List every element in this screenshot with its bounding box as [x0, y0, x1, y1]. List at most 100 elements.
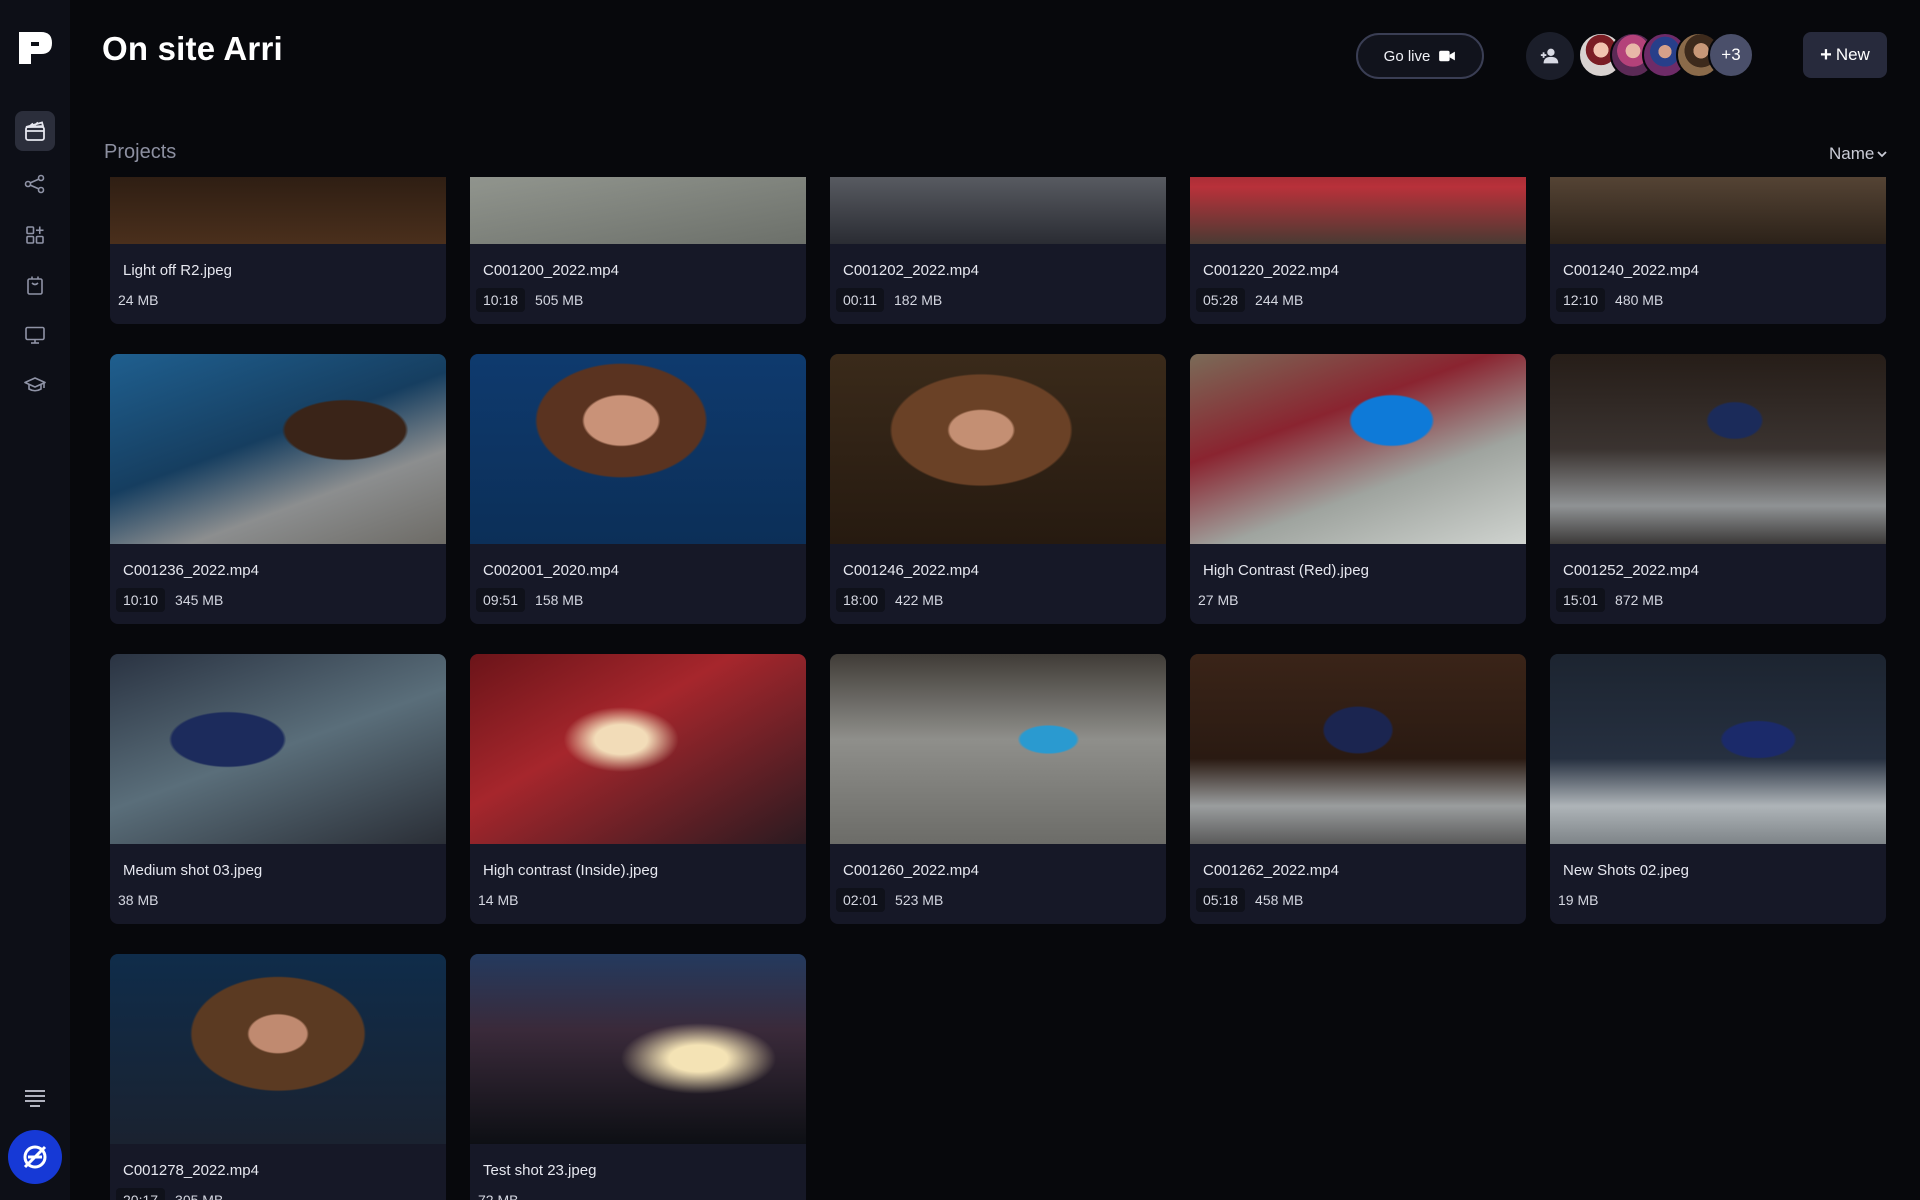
media-filename: C001200_2022.mp4 — [483, 262, 619, 279]
media-card[interactable]: C001278_2022.mp4 20:17 305 MB — [110, 954, 446, 1200]
media-thumbnail[interactable] — [1550, 177, 1886, 244]
media-filename: C001220_2022.mp4 — [1203, 262, 1339, 279]
media-thumbnail[interactable] — [110, 954, 446, 1144]
section-title: Projects — [104, 141, 177, 163]
sort-label: Name — [1829, 144, 1875, 163]
go-live-button[interactable]: Go live — [1356, 33, 1484, 79]
media-thumbnail[interactable] — [470, 654, 806, 844]
media-meta: 72 MB — [476, 1188, 520, 1200]
media-card[interactable]: C001236_2022.mp4 10:10 345 MB — [110, 354, 446, 624]
file-size: 872 MB — [1615, 592, 1664, 608]
media-filename: C001240_2022.mp4 — [1563, 262, 1699, 279]
media-card[interactable]: Light off R2.jpeg 24 MB — [110, 177, 446, 324]
chevron-down-icon — [1877, 151, 1887, 158]
sidebar-item-projects[interactable] — [15, 111, 55, 151]
media-filename: C001252_2022.mp4 — [1563, 562, 1699, 579]
file-size: 27 MB — [1198, 592, 1239, 608]
app-logo-icon[interactable] — [15, 28, 55, 68]
media-meta: 02:01 523 MB — [836, 888, 945, 912]
media-thumbnail[interactable] — [830, 654, 1166, 844]
media-thumbnail[interactable] — [1550, 354, 1886, 544]
duration-badge: 02:01 — [836, 888, 886, 912]
projects-grid: Light off R2.jpeg 24 MB C001200_2022.mp4 10… — [0, 177, 1920, 1200]
file-size: 480 MB — [1615, 292, 1664, 308]
file-size: 24 MB — [118, 292, 159, 308]
media-filename: C002001_2020.mp4 — [483, 562, 619, 579]
duration-badge: 09:51 — [476, 588, 526, 612]
file-size: 158 MB — [535, 592, 584, 608]
file-size: 19 MB — [1558, 892, 1599, 908]
media-meta: 19 MB — [1556, 888, 1600, 912]
media-thumbnail[interactable] — [1190, 354, 1526, 544]
media-meta: 05:18 458 MB — [1196, 888, 1305, 912]
media-meta: 05:28 244 MB — [1196, 288, 1305, 312]
media-card[interactable]: C001260_2022.mp4 02:01 523 MB — [830, 654, 1166, 924]
media-thumbnail[interactable] — [470, 177, 806, 244]
media-thumbnail[interactable] — [110, 654, 446, 844]
duration-badge: 10:18 — [476, 288, 526, 312]
media-card[interactable]: C001200_2022.mp4 10:18 505 MB — [470, 177, 806, 324]
media-filename: High contrast (Inside).jpeg — [483, 862, 659, 879]
media-card[interactable]: C001240_2022.mp4 12:10 480 MB — [1550, 177, 1886, 324]
media-thumbnail[interactable] — [1190, 177, 1526, 244]
media-filename: C001236_2022.mp4 — [123, 562, 259, 579]
media-meta: 38 MB — [116, 888, 160, 912]
media-card[interactable]: Test shot 23.jpeg 72 MB — [470, 954, 806, 1200]
media-thumbnail[interactable] — [110, 177, 446, 244]
clapperboard-icon — [25, 121, 45, 141]
duration-badge: 10:10 — [116, 588, 166, 612]
file-size: 244 MB — [1255, 292, 1304, 308]
media-thumbnail[interactable] — [830, 177, 1166, 244]
media-thumbnail[interactable] — [470, 954, 806, 1144]
media-meta: 20:17 305 MB — [116, 1188, 225, 1200]
media-card[interactable]: C002001_2020.mp4 09:51 158 MB — [470, 354, 806, 624]
media-card[interactable]: Medium shot 03.jpeg 38 MB — [110, 654, 446, 924]
new-button-label: New — [1835, 45, 1870, 64]
media-thumbnail[interactable] — [470, 354, 806, 544]
file-size: 505 MB — [535, 292, 584, 308]
file-size: 305 MB — [175, 1192, 224, 1200]
media-filename: Test shot 23.jpeg — [483, 1162, 597, 1179]
media-thumbnail[interactable] — [1550, 654, 1886, 844]
media-card[interactable]: New Shots 02.jpeg 19 MB — [1550, 654, 1886, 924]
media-card[interactable]: C001220_2022.mp4 05:28 244 MB — [1190, 177, 1526, 324]
media-meta: 00:11 182 MB — [836, 288, 944, 312]
media-filename: C001260_2022.mp4 — [843, 862, 979, 879]
file-size: 523 MB — [895, 892, 944, 908]
media-thumbnail[interactable] — [1190, 654, 1526, 844]
media-card[interactable]: C001252_2022.mp4 15:01 872 MB — [1550, 354, 1886, 624]
media-filename: C001246_2022.mp4 — [843, 562, 979, 579]
add-user-icon — [1540, 48, 1559, 64]
file-size: 458 MB — [1255, 892, 1304, 908]
file-size: 38 MB — [118, 892, 159, 908]
media-meta: 12:10 480 MB — [1556, 288, 1665, 312]
media-card[interactable]: C001246_2022.mp4 18:00 422 MB — [830, 354, 1166, 624]
media-thumbnail[interactable] — [110, 354, 446, 544]
media-filename: Medium shot 03.jpeg — [123, 862, 263, 879]
media-meta: 18:00 422 MB — [836, 588, 945, 612]
media-card[interactable]: C001202_2022.mp4 00:11 182 MB — [830, 177, 1166, 324]
media-meta: 24 MB — [116, 288, 160, 312]
media-meta: 10:10 345 MB — [116, 588, 225, 612]
media-meta: 10:18 505 MB — [476, 288, 585, 312]
more-members-badge[interactable]: +3 — [1708, 32, 1754, 78]
file-size: 14 MB — [478, 892, 519, 908]
invite-member-button[interactable] — [1526, 32, 1574, 80]
file-size: 345 MB — [175, 592, 224, 608]
file-size: 72 MB — [478, 1192, 519, 1200]
media-filename: Light off R2.jpeg — [123, 262, 232, 279]
new-button[interactable]: + New — [1803, 32, 1887, 78]
file-size: 182 MB — [894, 292, 943, 308]
media-thumbnail[interactable] — [830, 354, 1166, 544]
page-title: On site Arri — [102, 30, 283, 67]
media-filename: C001278_2022.mp4 — [123, 1162, 259, 1179]
media-meta: 14 MB — [476, 888, 520, 912]
media-card[interactable]: High contrast (Inside).jpeg 14 MB — [470, 654, 806, 924]
media-meta: 27 MB — [1196, 588, 1240, 612]
media-card[interactable]: High Contrast (Red).jpeg 27 MB — [1190, 354, 1526, 624]
duration-badge: 20:17 — [116, 1188, 166, 1200]
media-meta: 15:01 872 MB — [1556, 588, 1665, 612]
media-filename: C001262_2022.mp4 — [1203, 862, 1339, 879]
media-card[interactable]: C001262_2022.mp4 05:18 458 MB — [1190, 654, 1526, 924]
sort-dropdown[interactable]: Name — [1829, 144, 1888, 164]
